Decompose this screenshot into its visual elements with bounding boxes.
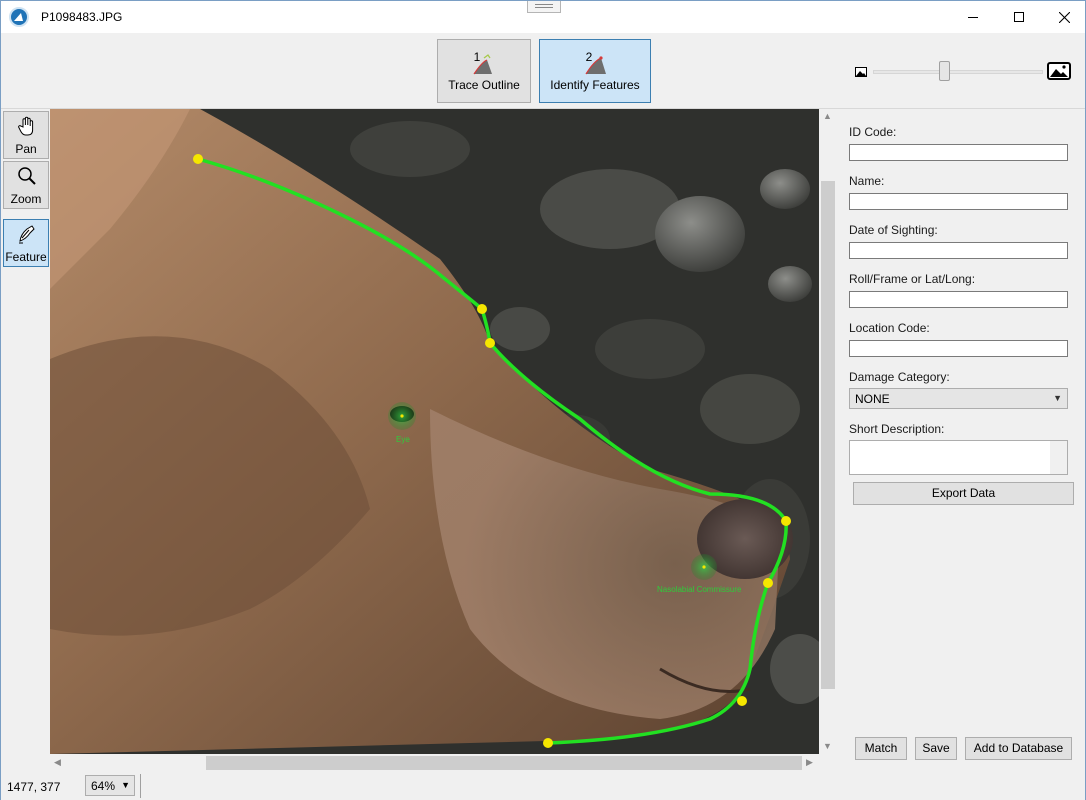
close-button[interactable] [1041,1,1086,33]
image-canvas[interactable]: Eye Nasolabial Commissure [50,109,819,754]
save-button[interactable]: Save [915,737,957,760]
short-description-textarea[interactable] [849,440,1068,475]
export-data-button[interactable]: Export Data [853,482,1074,505]
window-title: P1098483.JPG [41,10,123,24]
data-form-panel: ID Code: Name: Date of Sighting: Roll/Fr… [839,109,1085,772]
small-image-icon [855,67,867,77]
hand-icon [18,116,34,136]
roll-frame-input[interactable] [849,291,1068,308]
pan-tool-button[interactable]: Pan [3,111,49,159]
roll-frame-label: Roll/Frame or Lat/Long: [849,272,976,286]
feature-label-nasolabial: Nasolabial Commissure [657,585,742,594]
damage-category-value: NONE [855,392,890,406]
scroll-up-icon[interactable]: ▲ [823,111,832,121]
control-point [477,304,487,314]
tool-label: Pan [15,142,37,156]
maximize-icon [1014,12,1024,22]
cursor-coordinates: 1477, 377 [7,780,61,794]
id-code-label: ID Code: [849,125,897,139]
large-image-icon [1047,62,1071,80]
control-point [763,578,773,588]
step-label: Identify Features [550,78,640,92]
zoom-tool-button[interactable]: Zoom [3,161,49,209]
zoom-level-value: 64% [91,779,116,793]
chevron-down-icon: ▼ [121,780,130,790]
scroll-left-icon[interactable]: ◀ [54,757,61,768]
control-point [737,696,747,706]
feature-label-eye: Eye [396,435,410,444]
date-label: Date of Sighting: [849,223,938,237]
slider-track[interactable] [873,70,1043,74]
workflow-toolbar: 1 Trace Outline 2 Identify Features [1,33,1085,109]
trace-outline-button[interactable]: 1 Trace Outline [437,39,531,103]
scroll-down-icon[interactable]: ▼ [823,741,832,751]
chevron-down-icon: ▼ [1053,393,1062,403]
magnifier-icon [18,167,36,185]
damage-category-label: Damage Category: [849,370,950,384]
add-to-database-button[interactable]: Add to Database [965,737,1072,760]
fin-features-icon [585,56,606,75]
location-code-label: Location Code: [849,321,930,335]
zoom-level-select[interactable]: 64% ▼ [85,775,135,796]
control-point [781,516,791,526]
control-point [485,338,495,348]
vertical-scrollbar[interactable]: ▲ ▼ [819,109,837,754]
app-window: P1098483.JPG 1 Trace Outline 2 Identify … [0,0,1086,800]
image-zoom-slider[interactable] [853,61,1073,85]
step-label: Trace Outline [448,78,520,92]
status-divider [140,774,141,798]
status-bar: 1477, 377 64% ▼ [1,772,1085,800]
maximize-button[interactable] [996,1,1042,33]
bear-photo[interactable]: Eye Nasolabial Commissure [50,109,819,754]
close-icon [1058,11,1070,23]
short-description-label: Short Description: [849,422,945,436]
name-label: Name: [849,174,885,188]
control-point [543,738,553,748]
slider-thumb[interactable] [939,61,951,81]
identify-features-button[interactable]: 2 Identify Features [539,39,651,103]
textarea-scrollbar[interactable] [1050,441,1067,474]
horizontal-scroll-thumb[interactable] [206,756,802,770]
feature-tool-button[interactable]: Feature [3,219,49,267]
match-button[interactable]: Match [855,737,907,760]
horizontal-scrollbar[interactable]: ◀ ▶ [50,754,819,772]
location-code-input[interactable] [849,340,1068,357]
app-logo-icon [9,7,29,27]
fin-outline-icon [473,54,492,75]
damage-category-select[interactable]: NONE ▼ [849,388,1068,409]
title-bar: P1098483.JPG [1,1,1085,33]
date-input[interactable] [849,242,1068,259]
tool-label: Feature [5,250,47,264]
control-point [193,154,203,164]
tool-label: Zoom [10,192,42,206]
vertical-scroll-thumb[interactable] [821,181,835,689]
name-input[interactable] [849,193,1068,210]
minimize-icon [968,17,978,18]
feature-pen-icon [19,225,35,244]
minimize-button[interactable] [950,1,996,33]
id-code-input[interactable] [849,144,1068,161]
panel-grip-handle[interactable] [527,1,561,13]
scroll-right-icon[interactable]: ▶ [806,757,813,768]
